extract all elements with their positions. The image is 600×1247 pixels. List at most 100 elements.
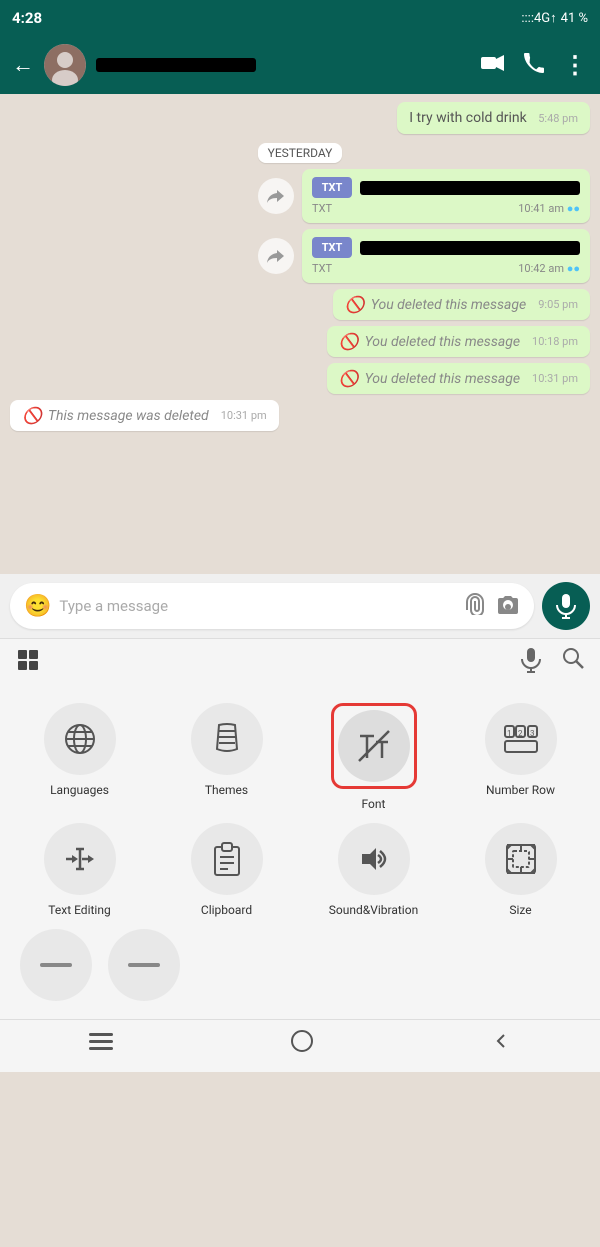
deleted-icon: 🚫: [339, 332, 359, 351]
themes-label: Themes: [205, 783, 248, 797]
deleted-text: You deleted this message: [371, 297, 526, 313]
message-row: 🚫 This message was deleted 10:31 pm: [10, 400, 590, 431]
deleted-icon: 🚫: [22, 406, 42, 425]
forward-icon[interactable]: [258, 238, 294, 274]
settings-item-number-row[interactable]: 1 2 3 Number Row: [451, 703, 590, 811]
contact-info: [96, 58, 471, 72]
text-editing-label: Text Editing: [48, 903, 110, 917]
grid-icon[interactable]: [16, 648, 40, 678]
partial-item-2[interactable]: [108, 929, 180, 1001]
file-type-label: TXT: [312, 177, 352, 198]
text-editing-icon-circle: [44, 823, 116, 895]
svg-text:1: 1: [507, 729, 512, 738]
languages-label: Languages: [50, 783, 109, 797]
date-divider: YESTERDAY: [10, 142, 590, 161]
message-input-field[interactable]: 😊 Type a message: [10, 583, 534, 629]
toolbar-search-icon[interactable]: [562, 647, 584, 679]
input-bar: 😊 Type a message: [0, 574, 600, 638]
status-bar: 4:28 ::::4G↑ 41 %: [0, 0, 600, 36]
message-row: 🚫 You deleted this message 9:05 pm: [10, 289, 590, 320]
font-highlight-box: [331, 703, 417, 789]
svg-text:3: 3: [530, 729, 535, 738]
partial-settings-row: [10, 929, 590, 1009]
file-ext: TXT: [312, 262, 332, 275]
settings-item-languages[interactable]: Languages: [10, 703, 149, 811]
call-button[interactable]: [523, 52, 545, 79]
bottom-nav: [0, 1019, 600, 1072]
message-row: I try with cold drink 5:48 pm: [10, 102, 590, 134]
mic-button[interactable]: [542, 582, 590, 630]
message-time: 10:18 pm: [532, 335, 578, 348]
chat-bubble: I try with cold drink 5:48 pm: [397, 102, 590, 134]
status-icons: ::::4G↑ 41 %: [521, 10, 588, 26]
input-icons: [464, 593, 520, 619]
file-bubble: TXT TXT 10:42 am ●●: [302, 229, 590, 283]
settings-item-sound-vibration[interactable]: Sound&Vibration: [304, 823, 443, 917]
video-call-button[interactable]: [481, 53, 505, 77]
message-time: 9:05 pm: [538, 298, 578, 311]
number-row-icon-circle: 1 2 3: [485, 703, 557, 775]
size-icon-circle: [485, 823, 557, 895]
svg-text:2: 2: [518, 729, 523, 738]
file-name: [360, 181, 580, 195]
sound-vibration-label: Sound&Vibration: [329, 903, 418, 917]
menu-button[interactable]: ⋮: [563, 51, 588, 79]
deleted-text: You deleted this message: [365, 371, 520, 387]
signal-icon: ::::4G↑: [521, 10, 556, 26]
deleted-message-bubble: 🚫 You deleted this message 10:18 pm: [327, 326, 590, 357]
deleted-icon: 🚫: [345, 295, 365, 314]
message-row: 🚫 You deleted this message 10:18 pm: [10, 326, 590, 357]
settings-item-size[interactable]: Size: [451, 823, 590, 917]
deleted-message-bubble: 🚫 You deleted this message 9:05 pm: [333, 289, 590, 320]
partial-item-1[interactable]: [20, 929, 92, 1001]
keyboard-settings: Languages Themes: [0, 687, 600, 1019]
partial-icon-2: [108, 929, 180, 1001]
toolbar-right-icons: [520, 647, 584, 679]
status-time: 4:28: [12, 9, 42, 27]
number-row-label: Number Row: [486, 783, 555, 797]
message-row: TXT TXT 10:42 am ●●: [10, 229, 590, 283]
nav-back-icon[interactable]: [491, 1031, 511, 1057]
settings-item-text-editing[interactable]: Text Editing: [10, 823, 149, 917]
deleted-icon: 🚫: [339, 369, 359, 388]
keyboard-toolbar: [0, 638, 600, 687]
sound-vibration-icon-circle: [338, 823, 410, 895]
font-icon-circle: [338, 710, 410, 782]
contact-name-bar: [96, 58, 256, 72]
clipboard-icon-circle: [191, 823, 263, 895]
languages-icon-circle: [44, 703, 116, 775]
toolbar-mic-icon[interactable]: [520, 647, 542, 679]
battery-icon: 41 %: [561, 11, 588, 26]
message-row: TXT TXT 10:41 am ●●: [10, 169, 590, 223]
partial-icon-1: [20, 929, 92, 1001]
nav-home-icon[interactable]: [291, 1030, 313, 1058]
contact-avatar[interactable]: [44, 44, 86, 86]
back-button[interactable]: ←: [12, 52, 34, 78]
attach-icon[interactable]: [464, 593, 486, 619]
message-placeholder[interactable]: Type a message: [59, 597, 456, 615]
settings-item-font[interactable]: Font: [304, 703, 443, 811]
emoji-icon[interactable]: 😊: [24, 594, 51, 619]
camera-icon[interactable]: [496, 594, 520, 618]
message-time: 10:42 am ●●: [518, 262, 580, 275]
file-type-label: TXT: [312, 237, 352, 258]
settings-grid: Languages Themes: [10, 703, 590, 917]
settings-item-themes[interactable]: Themes: [157, 703, 296, 811]
file-ext: TXT: [312, 202, 332, 215]
deleted-text: You deleted this message: [365, 334, 520, 350]
themes-icon-circle: [191, 703, 263, 775]
forward-icon[interactable]: [258, 178, 294, 214]
font-label: Font: [362, 797, 386, 811]
deleted-received-bubble: 🚫 This message was deleted 10:31 pm: [10, 400, 279, 431]
size-label: Size: [509, 903, 531, 917]
file-name: [360, 241, 580, 255]
deleted-message-bubble: 🚫 You deleted this message 10:31 pm: [327, 363, 590, 394]
chat-area: I try with cold drink 5:48 pm YESTERDAY …: [0, 94, 600, 574]
message-time: 10:31 pm: [221, 409, 267, 422]
nav-menu-icon[interactable]: [89, 1032, 113, 1057]
chat-header: ← ⋮: [0, 36, 600, 94]
settings-item-clipboard[interactable]: Clipboard: [157, 823, 296, 917]
header-actions: ⋮: [481, 51, 588, 79]
message-row: 🚫 You deleted this message 10:31 pm: [10, 363, 590, 394]
file-bubble: TXT TXT 10:41 am ●●: [302, 169, 590, 223]
